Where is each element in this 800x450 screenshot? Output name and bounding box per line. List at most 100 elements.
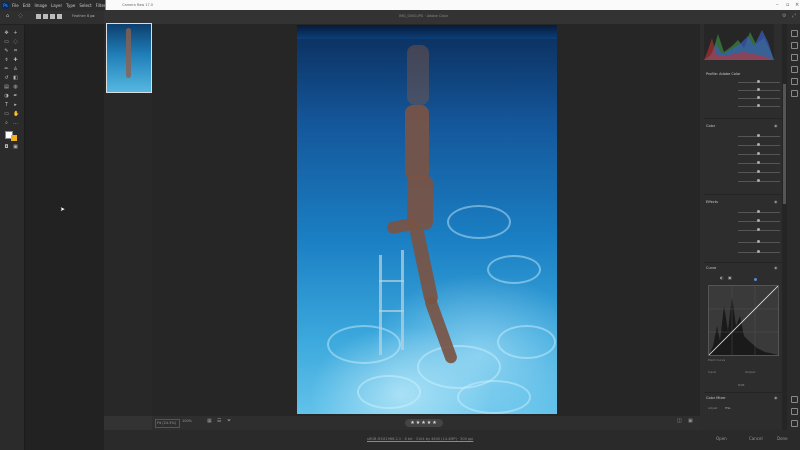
presets-icon[interactable] bbox=[791, 90, 798, 97]
fullscreen-icon[interactable]: ⤢ bbox=[792, 13, 796, 19]
screen-mode-icon[interactable]: ▣ bbox=[13, 145, 18, 150]
menu-edit[interactable]: Edit bbox=[23, 3, 31, 8]
stamp-tool-icon[interactable]: ♙ bbox=[13, 67, 18, 72]
hand-tool-icon[interactable]: ✋ bbox=[13, 112, 19, 117]
shape-tool-icon[interactable]: ▭ bbox=[4, 112, 9, 117]
zoom-percent[interactable]: 100% bbox=[182, 419, 192, 423]
preview-image[interactable] bbox=[297, 25, 557, 414]
marquee-tool-icon[interactable]: ▭ bbox=[4, 40, 9, 45]
subtract-selection-icon[interactable] bbox=[50, 14, 55, 19]
section-curve-header[interactable]: Curve bbox=[706, 266, 716, 270]
slider-midpoint[interactable] bbox=[708, 250, 780, 254]
heal-icon[interactable] bbox=[791, 54, 798, 61]
before-after-icon[interactable]: ◫ bbox=[677, 418, 682, 424]
slider-grain[interactable] bbox=[708, 210, 780, 214]
sampler-icon[interactable] bbox=[791, 420, 798, 427]
section-effects-header[interactable]: Effects bbox=[706, 200, 718, 204]
slider-shadows[interactable] bbox=[708, 104, 780, 108]
workflow-options-link[interactable]: sRGB IEC61966-2.1 · 8 bit · 3104 by 4640… bbox=[367, 437, 473, 441]
menu-type[interactable]: Type bbox=[66, 3, 75, 8]
slider-temperature[interactable] bbox=[708, 134, 780, 138]
new-selection-icon[interactable] bbox=[36, 14, 41, 19]
eyedropper-tool-icon[interactable]: ⌽ bbox=[4, 58, 9, 63]
curve-visibility-icon[interactable]: ◉ bbox=[774, 265, 778, 270]
panel-divider bbox=[704, 392, 782, 393]
intersect-selection-icon[interactable] bbox=[57, 14, 62, 19]
crop-icon[interactable] bbox=[791, 42, 798, 49]
open-button[interactable]: Open bbox=[716, 436, 727, 441]
color-visibility-icon[interactable]: ◉ bbox=[774, 123, 778, 128]
maximize-icon[interactable]: ▫ bbox=[786, 2, 789, 8]
heal-tool-icon[interactable]: ✚ bbox=[13, 58, 18, 63]
slider-roughness[interactable] bbox=[708, 228, 780, 232]
move-tool-icon[interactable]: ✥ bbox=[4, 31, 9, 36]
slider-vibrance[interactable] bbox=[708, 152, 780, 156]
zoom-select[interactable]: Fit (24.3%) bbox=[155, 419, 180, 428]
slider-saturation[interactable] bbox=[708, 161, 780, 165]
path-select-tool-icon[interactable]: ▸ bbox=[13, 103, 18, 108]
mixer-adjust-label: Adjust bbox=[708, 406, 718, 410]
quick-select-tool-icon[interactable]: ✎ bbox=[4, 49, 9, 54]
menu-image[interactable]: Image bbox=[34, 3, 47, 8]
close-icon[interactable]: × bbox=[795, 2, 799, 8]
history-brush-tool-icon[interactable]: ↺ bbox=[4, 76, 9, 81]
artboard-tool-icon[interactable]: + bbox=[13, 31, 18, 36]
cancel-button[interactable]: Cancel bbox=[749, 436, 763, 441]
gradient-tool-icon[interactable]: ▤ bbox=[4, 85, 9, 90]
brush-tool-icon[interactable]: ✏ bbox=[4, 67, 9, 72]
crop-tool-icon[interactable]: ⌗ bbox=[13, 49, 18, 54]
section-color-header[interactable]: Color bbox=[706, 124, 715, 128]
lasso-tool-icon[interactable]: ◌ bbox=[13, 40, 18, 45]
mask-icon[interactable] bbox=[791, 66, 798, 73]
add-selection-icon[interactable] bbox=[43, 14, 48, 19]
type-tool-icon[interactable]: T bbox=[4, 103, 9, 108]
more-tools-icon[interactable]: … bbox=[13, 121, 18, 126]
mixer-mode-select[interactable]: HSL bbox=[725, 406, 731, 410]
home-icon[interactable]: ⌂ bbox=[5, 14, 10, 19]
slider-size[interactable] bbox=[708, 219, 780, 223]
background-color-swatch[interactable] bbox=[11, 135, 17, 141]
curve-blue-channel-dot[interactable] bbox=[754, 278, 757, 281]
sort-icon[interactable]: ☰ bbox=[217, 418, 221, 424]
section-color-mixer-header[interactable]: Color Mixer bbox=[706, 396, 726, 400]
hand-icon[interactable] bbox=[791, 408, 798, 415]
filmstrip-toggle-icon[interactable]: ▦ bbox=[207, 418, 212, 424]
slider-vignette[interactable] bbox=[708, 240, 780, 244]
slider-contrast[interactable] bbox=[708, 88, 780, 92]
edit-icon[interactable] bbox=[791, 30, 798, 37]
zoom-tool-icon[interactable]: ⌕ bbox=[4, 121, 9, 126]
star-rating[interactable]: ★★★★★ bbox=[405, 419, 443, 427]
dodge-tool-icon[interactable]: ◑ bbox=[4, 94, 9, 99]
slider-tint[interactable] bbox=[708, 143, 780, 147]
toggle-view-icon[interactable]: ▣ bbox=[688, 418, 693, 424]
settings-gear-icon[interactable]: ⚙ bbox=[782, 13, 786, 19]
redeye-icon[interactable] bbox=[791, 78, 798, 85]
done-button[interactable]: Done bbox=[777, 436, 788, 441]
slider-exposure[interactable] bbox=[708, 80, 780, 84]
effects-visibility-icon[interactable]: ◉ bbox=[774, 199, 778, 204]
filter-icon[interactable]: ⏷ bbox=[227, 418, 231, 424]
menu-file[interactable]: File bbox=[12, 3, 19, 8]
menu-select[interactable]: Select bbox=[79, 3, 91, 8]
slider-texture[interactable] bbox=[708, 170, 780, 174]
tone-curve-graph[interactable] bbox=[708, 285, 779, 356]
zoom-icon[interactable] bbox=[791, 396, 798, 403]
curve-channel-icon[interactable]: ◐ bbox=[720, 275, 724, 280]
menu-layer[interactable]: Layer bbox=[51, 3, 62, 8]
eraser-tool-icon[interactable]: ◧ bbox=[13, 76, 18, 81]
photoshop-logo-icon[interactable]: Ps bbox=[2, 2, 9, 9]
feather-input[interactable]: 0 px bbox=[87, 14, 95, 18]
lasso-icon[interactable]: ◌ bbox=[18, 14, 23, 19]
minimize-icon[interactable]: – bbox=[776, 2, 779, 8]
blur-tool-icon[interactable]: ◍ bbox=[13, 85, 18, 90]
quick-mask-icon[interactable]: ◘ bbox=[4, 145, 9, 150]
curve-point-icon[interactable]: ▣ bbox=[728, 275, 732, 280]
pen-tool-icon[interactable]: ✒ bbox=[13, 94, 18, 99]
curve-channel-select[interactable]: RGB bbox=[738, 383, 744, 387]
filmstrip-thumbnail[interactable] bbox=[106, 23, 152, 93]
slider-highlights[interactable] bbox=[708, 96, 780, 100]
panel-divider bbox=[704, 194, 782, 195]
slider-clarity[interactable] bbox=[708, 179, 780, 183]
mixer-visibility-icon[interactable]: ◉ bbox=[774, 395, 778, 400]
profile-label[interactable]: Profile: Adobe Color bbox=[706, 72, 741, 76]
